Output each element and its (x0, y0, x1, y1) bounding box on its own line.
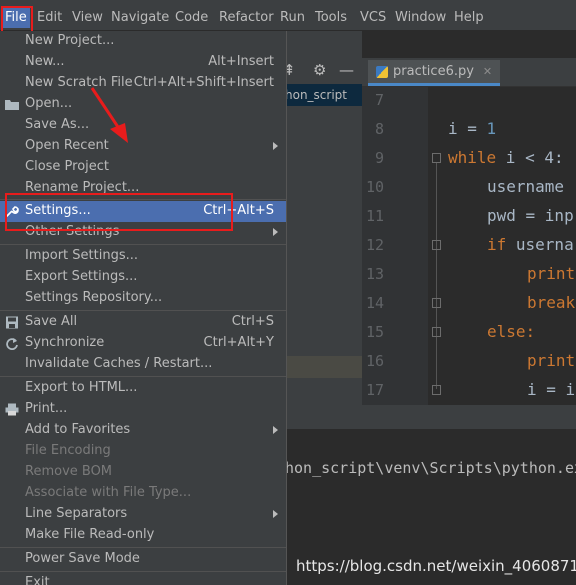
tab-practice6[interactable]: practice6.py ✕ (368, 60, 501, 86)
menu-separator (0, 310, 286, 311)
folder-icon (5, 100, 19, 110)
menu-item-import-settings[interactable]: Import Settings... (0, 246, 286, 267)
menu-item-settings-repository[interactable]: Settings Repository... (0, 288, 286, 309)
menu-item-file-encoding: File Encoding (25, 443, 111, 458)
line-number: 17 (365, 381, 384, 399)
menu-item-synchronize[interactable]: Synchronize Ctrl+Alt+Y (0, 333, 286, 354)
fold-marker-icon[interactable] (432, 298, 441, 308)
menu-item-export-html[interactable]: Export to HTML... (0, 378, 286, 399)
code-line-11: pwd = inp (487, 206, 574, 225)
fold-marker-icon[interactable] (432, 240, 441, 250)
menu-refactor[interactable]: Refactor (219, 10, 274, 25)
submenu-arrow-icon (273, 142, 278, 150)
menu-separator (0, 547, 286, 548)
menu-separator (0, 376, 286, 377)
line-number: 13 (365, 265, 384, 283)
line-number: 9 (374, 149, 384, 167)
tab-label: practice6.py (393, 64, 474, 79)
python-file-icon (376, 65, 388, 78)
code-line-9: while i < 4: (448, 148, 564, 167)
submenu-arrow-icon (273, 228, 278, 236)
line-number: 8 (374, 120, 384, 138)
menu-item-save-all[interactable]: Save All Ctrl+S (0, 312, 286, 333)
menu-item-invalidate-caches[interactable]: Invalidate Caches / Restart... (0, 354, 286, 375)
fold-marker-icon[interactable] (432, 385, 441, 395)
menu-separator (0, 571, 286, 572)
close-tab-icon[interactable]: ✕ (483, 65, 492, 78)
menu-item-open-recent[interactable]: Open Recent (0, 136, 286, 157)
code-editor[interactable]: 7 8 9 10 11 12 13 14 15 16 17 i = 1 whil… (362, 87, 576, 405)
menu-item-remove-bom: Remove BOM (25, 464, 113, 479)
menu-edit[interactable]: Edit (37, 10, 62, 25)
menu-navigate[interactable]: Navigate (111, 10, 169, 25)
line-number: 14 (365, 294, 384, 312)
code-line-10: username (487, 177, 565, 196)
menu-item-close-project[interactable]: Close Project (0, 157, 286, 178)
menu-item-make-read-only[interactable]: Make File Read-only (0, 525, 286, 546)
line-number: 10 (365, 178, 384, 196)
menu-item-new-scratch-file[interactable]: New Scratch File Ctrl+Alt+Shift+Insert (0, 73, 286, 94)
gear-icon[interactable]: ⚙ (313, 61, 326, 79)
project-path-label: hon_script (285, 88, 347, 102)
line-gutter: 7 8 9 10 11 12 13 14 15 16 17 (362, 87, 428, 405)
code-line-13: print (527, 264, 576, 283)
menu-item-add-to-favorites[interactable]: Add to Favorites (0, 420, 286, 441)
editor-tab-bar: practice6.py ✕ (362, 58, 576, 87)
printer-icon (5, 403, 19, 416)
code-line-12: if userna (487, 235, 574, 254)
annotation-box-settings (5, 193, 233, 231)
fold-marker-icon[interactable] (432, 327, 441, 337)
menu-item-open[interactable]: Open... (0, 94, 286, 115)
menu-window[interactable]: Window (395, 10, 446, 25)
menu-tools[interactable]: Tools (315, 10, 347, 25)
minimize-icon[interactable]: — (339, 61, 354, 79)
menu-item-export-settings[interactable]: Export Settings... (0, 267, 286, 288)
menu-vcs[interactable]: VCS (360, 10, 386, 25)
code-line-14: break (527, 293, 576, 312)
file-menu-dropdown: New Project... New... Alt+Insert New Scr… (0, 31, 287, 585)
menu-code[interactable]: Code (175, 10, 208, 25)
menu-help[interactable]: Help (454, 10, 484, 25)
console-output-line: hon_script\venv\Scripts\python.ex (285, 459, 576, 477)
project-tree-selected-row[interactable]: hon_script (285, 84, 362, 106)
menu-item-print[interactable]: Print... (0, 399, 286, 420)
line-number: 12 (365, 236, 384, 254)
menu-item-new-project[interactable]: New Project... (0, 31, 286, 52)
run-tool-header (287, 405, 576, 429)
code-line-15: else: (487, 322, 536, 341)
menu-item-associate-file-type: Associate with File Type... (25, 485, 192, 500)
refresh-icon (6, 338, 18, 350)
code-line-16: print (527, 351, 576, 370)
menu-run[interactable]: Run (280, 10, 305, 25)
menu-separator (0, 244, 286, 245)
line-number: 7 (374, 91, 384, 109)
menu-item-line-separators[interactable]: Line Separators (0, 504, 286, 525)
line-number: 15 (365, 323, 384, 341)
fold-guide (436, 163, 437, 389)
submenu-arrow-icon (273, 426, 278, 434)
menu-item-save-as[interactable]: Save As... (0, 115, 286, 136)
menu-item-power-save-mode[interactable]: Power Save Mode (0, 549, 286, 570)
menu-item-exit[interactable]: Exit (0, 573, 286, 585)
line-number: 11 (365, 207, 384, 225)
watermark: https://blog.csdn.net/weixin_40608713 (296, 557, 576, 575)
menu-item-new[interactable]: New... Alt+Insert (0, 52, 286, 73)
submenu-arrow-icon (273, 510, 278, 518)
menu-bar: File Edit View Navigate Code Refactor Ru… (0, 6, 576, 31)
project-tree-row (287, 356, 362, 378)
menu-view[interactable]: View (72, 10, 103, 25)
line-number: 16 (365, 352, 384, 370)
code-line-8: i = 1 (448, 119, 497, 138)
save-icon (6, 316, 18, 329)
fold-marker-icon[interactable] (432, 153, 441, 163)
code-line-17: i = i (527, 380, 576, 399)
